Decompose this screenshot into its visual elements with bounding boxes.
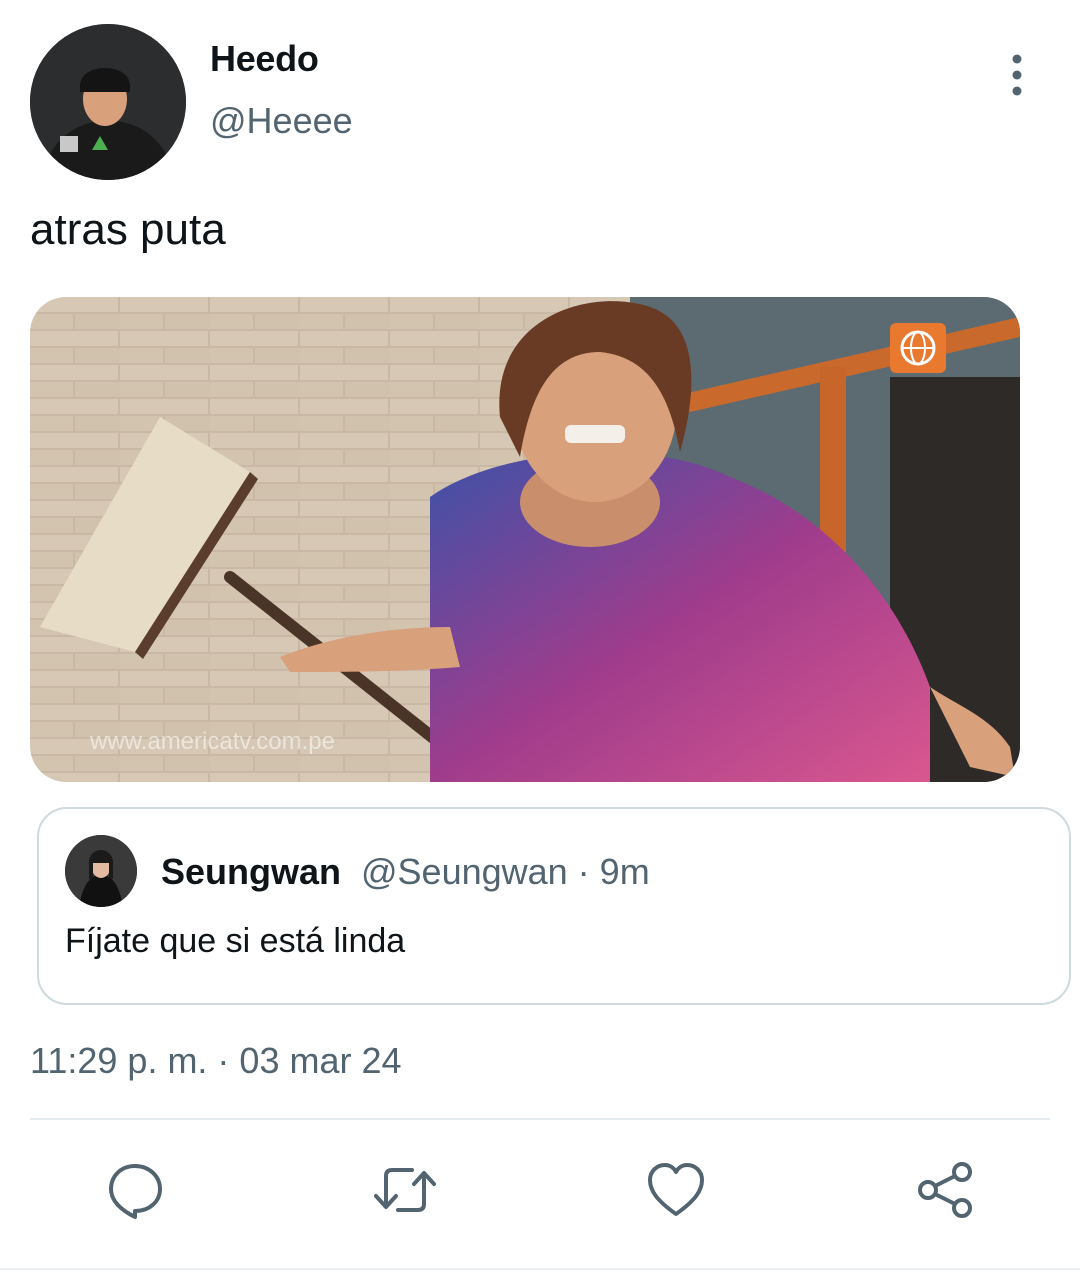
author-avatar[interactable] [30, 24, 186, 180]
quoted-author-name[interactable]: Seungwan [161, 851, 341, 893]
tweet-media-image[interactable]: www.americatv.com.pe [30, 297, 1020, 782]
media-photo: www.americatv.com.pe [30, 297, 1020, 782]
reply-button[interactable] [105, 1160, 165, 1220]
quoted-author-meta: @Seungwan · 9m [361, 851, 650, 892]
heart-icon [648, 1163, 704, 1216]
like-button[interactable] [646, 1160, 706, 1220]
quoted-avatar-image [65, 835, 137, 907]
bottom-divider [0, 1268, 1080, 1270]
tweet-timestamp[interactable]: 11:29 p. m. · 03 mar 24 [30, 1040, 402, 1082]
more-vertical-icon [1012, 54, 1022, 96]
avatar-image [30, 24, 186, 180]
share-icon [918, 1162, 972, 1218]
share-button[interactable] [915, 1160, 975, 1220]
author-display-name[interactable]: Heedo [210, 38, 319, 80]
quoted-author-avatar [65, 835, 137, 907]
more-options-button[interactable] [996, 50, 1038, 100]
tweet-text: atras puta [30, 205, 226, 254]
divider [30, 1118, 1050, 1120]
retweet-icon [374, 1168, 436, 1212]
reply-icon [109, 1164, 162, 1219]
quoted-tweet-text: Fíjate que si está linda [65, 922, 406, 960]
retweet-button[interactable] [372, 1160, 436, 1220]
author-handle[interactable]: @Heeee [210, 100, 353, 142]
quoted-tweet-card[interactable]: Seungwan @Seungwan · 9m Fíjate que si es… [37, 807, 1071, 1005]
media-watermark: www.americatv.com.pe [89, 728, 335, 755]
